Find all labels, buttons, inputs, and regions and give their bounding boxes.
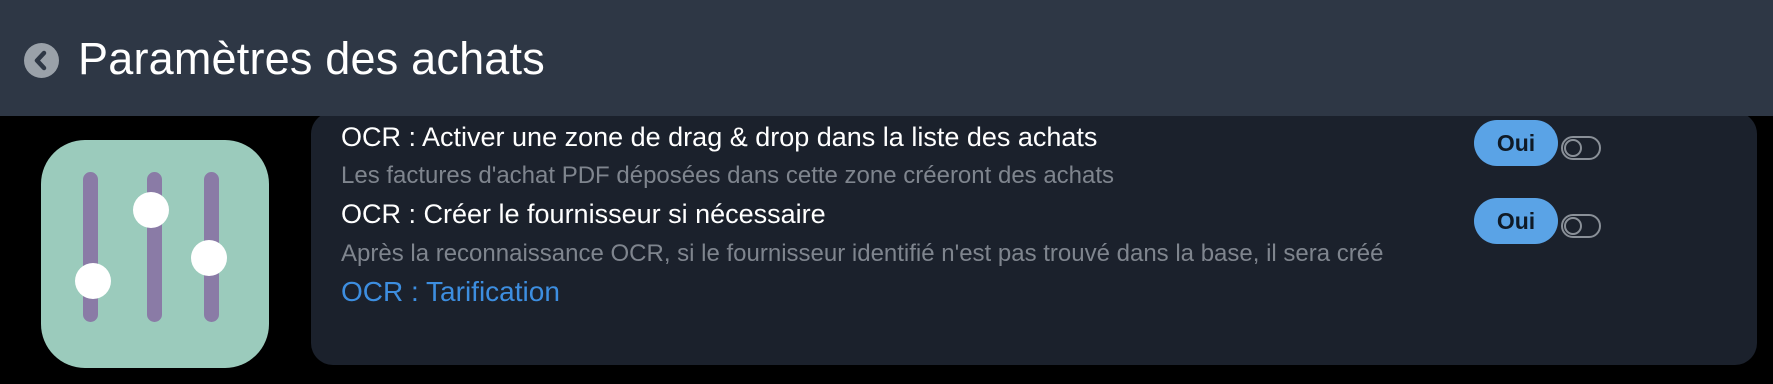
create-supplier-oui-button[interactable]: Oui: [1474, 198, 1558, 244]
ocr-pricing-link[interactable]: OCR : Tarification: [341, 275, 560, 309]
back-button[interactable]: [24, 43, 59, 78]
setting-title-create-supplier: OCR : Créer le fournisseur si nécessaire: [341, 199, 826, 229]
chevron-left-icon: [34, 50, 47, 71]
sliders-icon: [41, 140, 269, 368]
create-supplier-toggle[interactable]: [1561, 214, 1601, 238]
dragdrop-toggle[interactable]: [1561, 136, 1601, 160]
page-title: Paramètres des achats: [78, 33, 545, 84]
settings-panel: OCR : Activer une zone de drag & drop da…: [311, 112, 1757, 365]
setting-description-create-supplier: Après la reconnaissance OCR, si le fourn…: [341, 240, 1384, 267]
setting-description-dragdrop: Les factures d'achat PDF déposées dans c…: [341, 162, 1115, 189]
page-header: Paramètres des achats: [0, 0, 1773, 116]
dragdrop-oui-button[interactable]: Oui: [1474, 120, 1558, 166]
setting-title-dragdrop: OCR : Activer une zone de drag & drop da…: [341, 122, 1098, 152]
settings-page: Paramètres des achats OCR : Activer une …: [0, 0, 1773, 384]
toggle-knob: [1564, 139, 1582, 157]
toggle-knob: [1564, 217, 1582, 235]
